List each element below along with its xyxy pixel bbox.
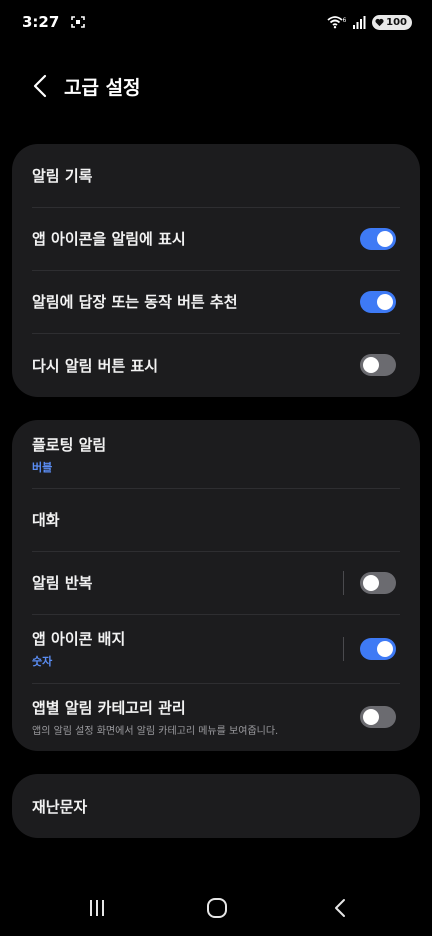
notification-reminders-toggle[interactable]: [360, 571, 396, 594]
item-title: 알림에 답장 또는 동작 버튼 추천: [32, 293, 238, 311]
manage-categories-toggle[interactable]: [360, 706, 396, 728]
recents-icon: [90, 900, 104, 916]
back-nav-button[interactable]: [320, 888, 360, 928]
show-app-icon-toggle[interactable]: [360, 227, 396, 250]
item-subtitle: 숫자: [32, 655, 53, 668]
snooze-button-item[interactable]: 다시 알림 버튼 표시: [12, 333, 420, 397]
item-title: 앱별 알림 카테고리 관리: [32, 699, 186, 717]
settings-group-emergency: 재난문자: [12, 774, 420, 838]
show-app-icon-item[interactable]: 앱 아이콘을 알림에 표시: [12, 207, 420, 270]
conversations-item[interactable]: 대화: [12, 488, 420, 551]
manage-categories-item[interactable]: 앱별 알림 카테고리 관리 앱의 알림 설정 화면에서 알림 카테고리 메뉴를 …: [12, 683, 420, 751]
item-title: 대화: [32, 511, 60, 529]
battery-indicator: 100: [372, 14, 412, 30]
status-time: 3:27: [22, 13, 60, 31]
item-title: 앱 아이콘 배지: [32, 630, 126, 648]
item-title: 앱 아이콘을 알림에 표시: [32, 230, 186, 248]
recents-button[interactable]: [77, 888, 117, 928]
status-bar: 3:27 6 100: [0, 0, 432, 44]
row-divider: [343, 636, 344, 661]
item-subtitle: 버블: [32, 460, 53, 474]
item-description: 앱의 알림 설정 화면에서 알림 카테고리 메뉴를 보여줍니다.: [32, 726, 279, 737]
signal-icon: [353, 15, 366, 29]
app-icon-badges-item[interactable]: 앱 아이콘 배지 숫자: [12, 614, 420, 683]
home-icon: [207, 898, 227, 918]
item-title: 알림 기록: [32, 167, 93, 185]
notification-history-item[interactable]: 알림 기록: [12, 144, 420, 207]
settings-group-display: 플로팅 알림 버블 대화 알림 반복 앱 아이콘 배지 숫자 앱별 알림 카테고…: [12, 420, 420, 751]
item-title: 다시 알림 버튼 표시: [32, 356, 159, 375]
emergency-alerts-item[interactable]: 재난문자: [12, 774, 420, 838]
item-title: 알림 반복: [32, 574, 93, 592]
app-icon-badges-toggle[interactable]: [360, 637, 396, 660]
app-header: 고급 설정: [0, 62, 432, 110]
snooze-button-toggle[interactable]: [360, 354, 396, 376]
wifi-icon: 6: [327, 16, 347, 29]
settings-group-notifications: 알림 기록 앱 아이콘을 알림에 표시 알림에 답장 또는 동작 버튼 추천 다…: [12, 144, 420, 397]
battery-heart-icon: [375, 18, 384, 26]
back-button[interactable]: [12, 62, 68, 110]
row-divider: [343, 570, 344, 595]
wifi-badge: 6: [343, 17, 347, 24]
chevron-left-icon: [33, 74, 47, 98]
navigation-bar: [0, 880, 432, 936]
back-icon: [335, 899, 345, 917]
battery-level: 100: [386, 16, 407, 28]
item-title: 플로팅 알림: [32, 435, 107, 454]
item-title: 재난문자: [32, 797, 88, 816]
floating-notifications-item[interactable]: 플로팅 알림 버블: [12, 420, 420, 488]
home-button[interactable]: [197, 888, 237, 928]
notification-reminders-item[interactable]: 알림 반복: [12, 551, 420, 614]
screen-capture-icon: [71, 16, 86, 28]
suggest-actions-item[interactable]: 알림에 답장 또는 동작 버튼 추천: [12, 270, 420, 333]
page-title: 고급 설정: [64, 76, 141, 99]
suggest-actions-toggle[interactable]: [360, 290, 396, 313]
status-icons: 6 100: [326, 14, 412, 30]
